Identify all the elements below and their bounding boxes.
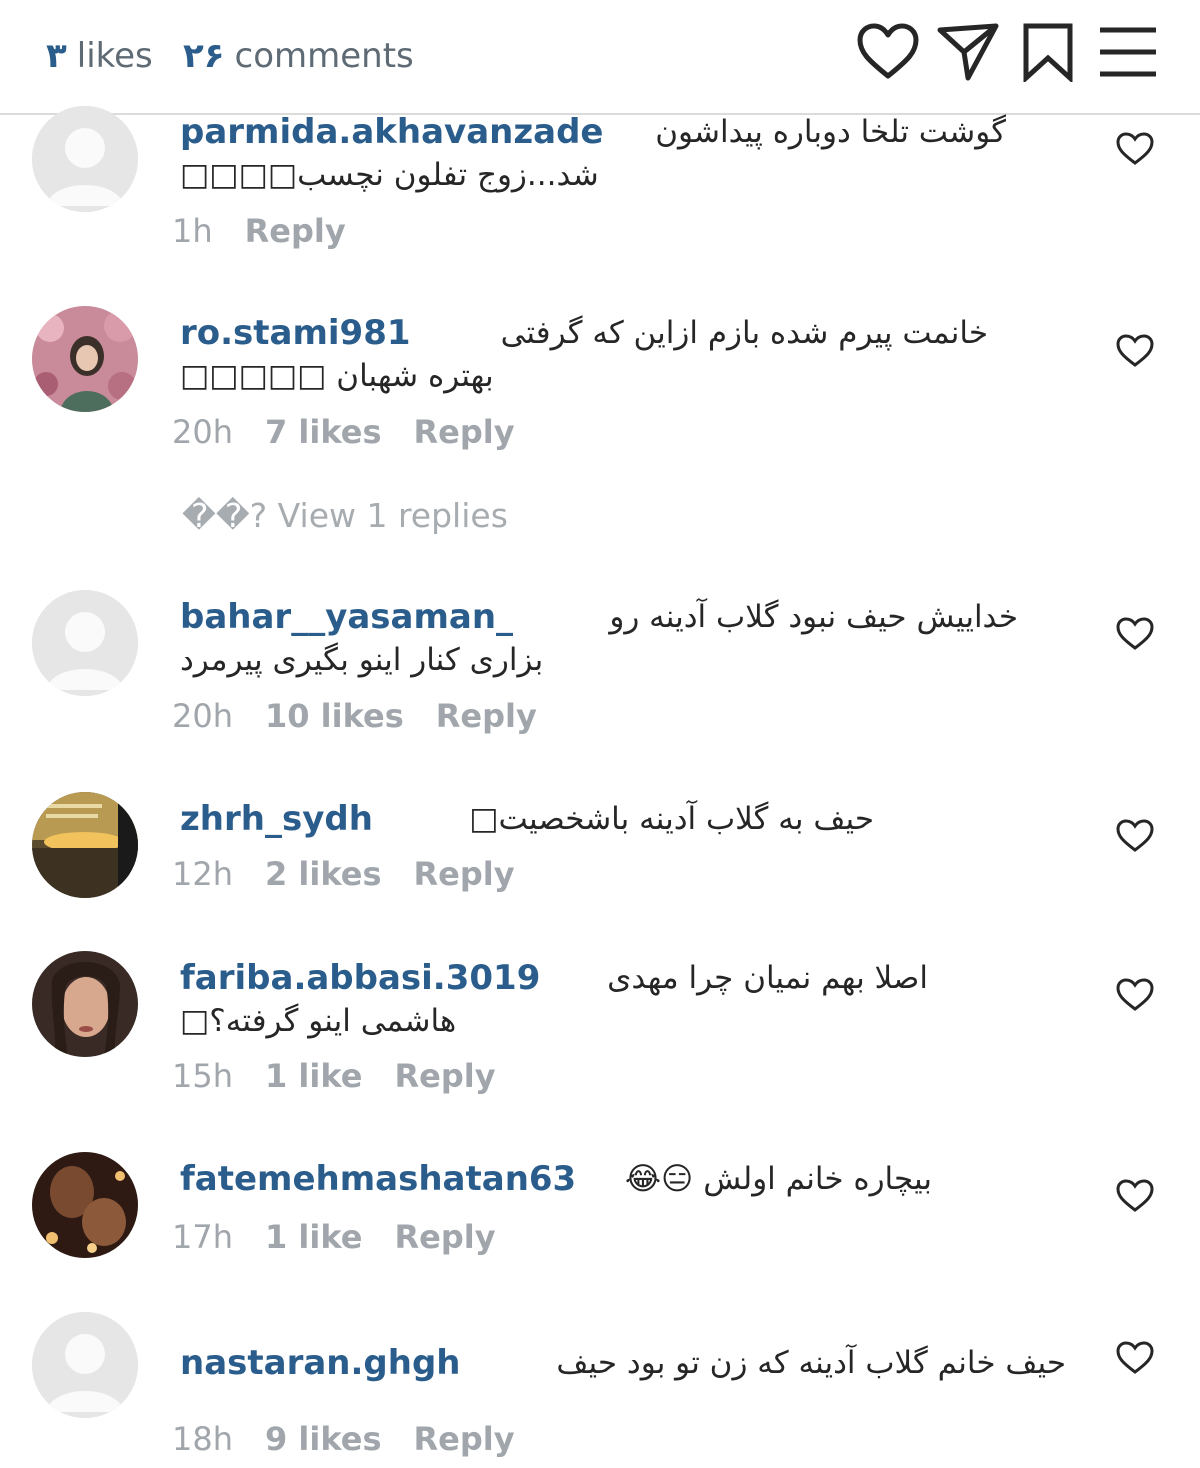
comment-username[interactable]: bahar__yasaman_: [180, 597, 513, 637]
comment-meta: 1h Reply: [172, 212, 346, 252]
comment-username[interactable]: fariba.abbasi.3019: [180, 958, 540, 998]
comment-time: 12h: [172, 855, 233, 893]
avatar[interactable]: [32, 792, 138, 898]
comment-text: حیف خانم گلاب آدینه که زن تو بود حیف: [556, 1345, 1066, 1381]
view-replies-link[interactable]: ��? View 1 replies: [182, 496, 508, 535]
likes-label: likes: [76, 36, 153, 76]
comments-count[interactable]: ۲۶ comments: [183, 36, 414, 76]
comment-username[interactable]: fatemehmashatan63: [180, 1159, 576, 1199]
comment-text-continued: شد...زوج تفلون نچسب□□□□: [180, 157, 599, 193]
comment-text: گوشت تلخا دوباره پیداشون: [655, 114, 1006, 150]
comment-username[interactable]: zhrh_sydh: [180, 799, 373, 839]
comment-time: 17h: [172, 1218, 233, 1256]
comment-text: خداییش حیف نبود گلاب آدینه رو: [609, 599, 1018, 635]
reply-button[interactable]: Reply: [245, 212, 346, 250]
likes-count[interactable]: ۳ likes: [46, 36, 153, 76]
reply-button[interactable]: Reply: [414, 413, 515, 451]
avatar[interactable]: [32, 1312, 138, 1418]
comment-meta: 15h 1 like Reply: [172, 1057, 496, 1097]
comments-label: comments: [234, 36, 414, 76]
comment-line: fariba.abbasi.3019 اصلا بهم نمیان چرا مه…: [180, 958, 1080, 1002]
comment-likes[interactable]: 10 likes: [265, 697, 404, 735]
comment-text-continued: بهتره شهبان □□□□□: [180, 358, 494, 394]
avatar[interactable]: [32, 306, 138, 412]
reply-button[interactable]: Reply: [414, 855, 515, 893]
comment-text: بیچاره خانم اولش 😑😂: [624, 1161, 932, 1197]
comment-username[interactable]: parmida.akhavanzade: [180, 112, 603, 152]
like-comment-heart-icon[interactable]: [1115, 616, 1155, 652]
likes-count-number: ۳: [46, 36, 67, 76]
comment-meta: 20h 10 likes Reply: [172, 697, 537, 737]
menu-icon[interactable]: [1096, 22, 1160, 82]
avatar[interactable]: [32, 590, 138, 696]
reply-button[interactable]: Reply: [394, 1057, 495, 1095]
like-comment-heart-icon[interactable]: [1115, 131, 1155, 167]
heart-icon[interactable]: [856, 22, 920, 82]
avatar[interactable]: [32, 951, 138, 1057]
comment-text-continued: بزاری کنار اینو بگیری پیرمرد: [180, 642, 544, 678]
comment-meta: 20h 7 likes Reply: [172, 413, 515, 453]
reply-button[interactable]: Reply: [414, 1420, 515, 1458]
like-comment-heart-icon[interactable]: [1115, 1178, 1155, 1214]
comment-time: 20h: [172, 413, 233, 451]
comment-likes[interactable]: 1 like: [265, 1057, 362, 1095]
comment-text: حیف به گلاب آدینه باشخصیت□: [469, 801, 874, 837]
comment-time: 1h: [172, 212, 213, 250]
reply-button[interactable]: Reply: [436, 697, 537, 735]
comment-line: fatemehmashatan63 بیچاره خانم اولش 😑😂: [180, 1159, 1080, 1203]
comment-text: خانمت پیرم شده بازم ازاین که گرفتی: [500, 315, 988, 351]
comment-likes[interactable]: 9 likes: [265, 1420, 382, 1458]
comment-line: parmida.akhavanzade گوشت تلخا دوباره پید…: [180, 112, 1080, 156]
comment-line: nastaran.ghgh حیف خانم گلاب آدینه که زن …: [180, 1343, 1080, 1387]
comment-line: bahar__yasaman_ خداییش حیف نبود گلاب آدی…: [180, 597, 1080, 641]
comment-username[interactable]: nastaran.ghgh: [180, 1343, 461, 1383]
comment-username[interactable]: ro.stami981: [180, 313, 411, 353]
comment-line: zhrh_sydh حیف به گلاب آدینه باشخصیت□: [180, 799, 1080, 843]
post-stats-header: ۳ likes ۲۶ comments: [0, 0, 1200, 115]
comment-likes[interactable]: 7 likes: [265, 413, 382, 451]
comment-likes[interactable]: 1 like: [265, 1218, 362, 1256]
comment-text-continued: هاشمی اینو گرفته؟□: [180, 1003, 457, 1039]
bookmark-icon[interactable]: [1016, 22, 1080, 84]
comment-time: 15h: [172, 1057, 233, 1095]
like-comment-heart-icon[interactable]: [1115, 333, 1155, 369]
comment-text: اصلا بهم نمیان چرا مهدی: [607, 960, 928, 996]
like-comment-heart-icon[interactable]: [1115, 977, 1155, 1013]
avatar[interactable]: [32, 106, 138, 212]
comment-likes[interactable]: 2 likes: [265, 855, 382, 893]
send-icon[interactable]: [936, 22, 1000, 82]
comment-meta: 17h 1 like Reply: [172, 1218, 496, 1258]
comment-meta: 12h 2 likes Reply: [172, 855, 515, 895]
like-comment-heart-icon[interactable]: [1115, 1340, 1155, 1376]
comments-count-number: ۲۶: [183, 36, 225, 76]
like-comment-heart-icon[interactable]: [1115, 818, 1155, 854]
comment-meta: 18h 9 likes Reply: [172, 1420, 515, 1460]
reply-button[interactable]: Reply: [394, 1218, 495, 1256]
comment-time: 20h: [172, 697, 233, 735]
avatar[interactable]: [32, 1152, 138, 1258]
comment-line: ro.stami981 خانمت پیرم شده بازم ازاین که…: [180, 313, 1080, 357]
comment-time: 18h: [172, 1420, 233, 1458]
